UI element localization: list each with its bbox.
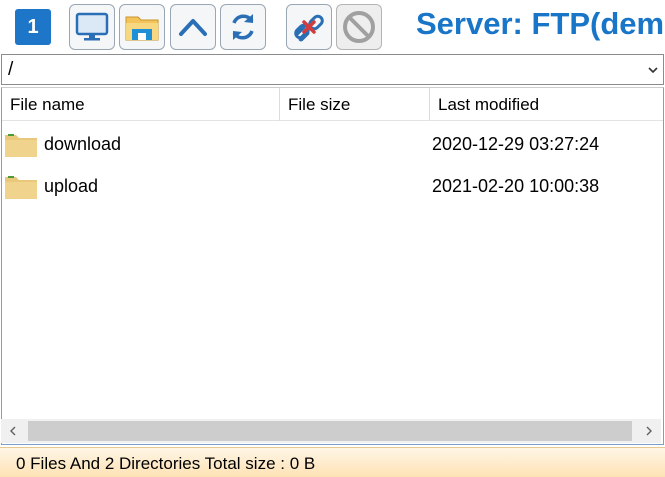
file-modified: 2021-02-20 10:00:38 (432, 176, 600, 196)
folder-explorer-icon (125, 16, 159, 41)
folder-icon (5, 134, 37, 157)
chevron-down-icon[interactable] (647, 65, 659, 75)
column-header-file-size[interactable]: File size (280, 88, 430, 121)
file-list: File name File size Last modified downlo… (1, 87, 664, 445)
scroll-right-button[interactable] (637, 419, 661, 443)
column-header-file-name[interactable]: File name (2, 88, 280, 121)
scrollbar-thumb[interactable] (28, 421, 632, 441)
disconnect-button[interactable] (286, 4, 332, 50)
server-title: Server: FTP(dem (416, 6, 665, 41)
tab-number-badge[interactable]: 1 (15, 9, 51, 45)
local-computer-button[interactable] (69, 4, 115, 50)
stop-button[interactable] (336, 4, 382, 50)
path-value: / (8, 59, 14, 80)
file-name: upload (44, 176, 99, 196)
file-name: download (44, 134, 122, 154)
path-combobox[interactable]: / (1, 54, 664, 85)
file-modified: 2020-12-29 03:27:24 (432, 134, 600, 154)
column-header-row: File name File size Last modified (2, 88, 663, 121)
parent-directory-button[interactable] (170, 4, 216, 50)
scroll-left-button[interactable] (1, 419, 25, 443)
monitor-icon (75, 12, 109, 41)
list-item[interactable]: upload 2021-02-20 10:00:38 (2, 166, 662, 206)
explorer-button[interactable] (119, 4, 165, 50)
status-bar: 0 Files And 2 Directories Total size : 0… (0, 447, 665, 477)
folder-icon (5, 176, 37, 199)
list-item[interactable]: download 2020-12-29 03:27:24 (2, 124, 662, 164)
refresh-button[interactable] (220, 4, 266, 50)
horizontal-scrollbar[interactable] (1, 419, 661, 443)
status-text: 0 Files And 2 Directories Total size : 0… (16, 454, 316, 473)
prohibited-icon (343, 11, 375, 43)
toolbar: 1 Server: FTP(dem (0, 0, 665, 52)
chevron-up-icon (179, 19, 207, 36)
column-header-last-modified[interactable]: Last modified (430, 88, 663, 121)
refresh-icon (232, 14, 254, 40)
chevron-right-icon (646, 426, 652, 436)
broken-link-icon (294, 14, 324, 42)
chevron-left-icon (10, 426, 16, 436)
